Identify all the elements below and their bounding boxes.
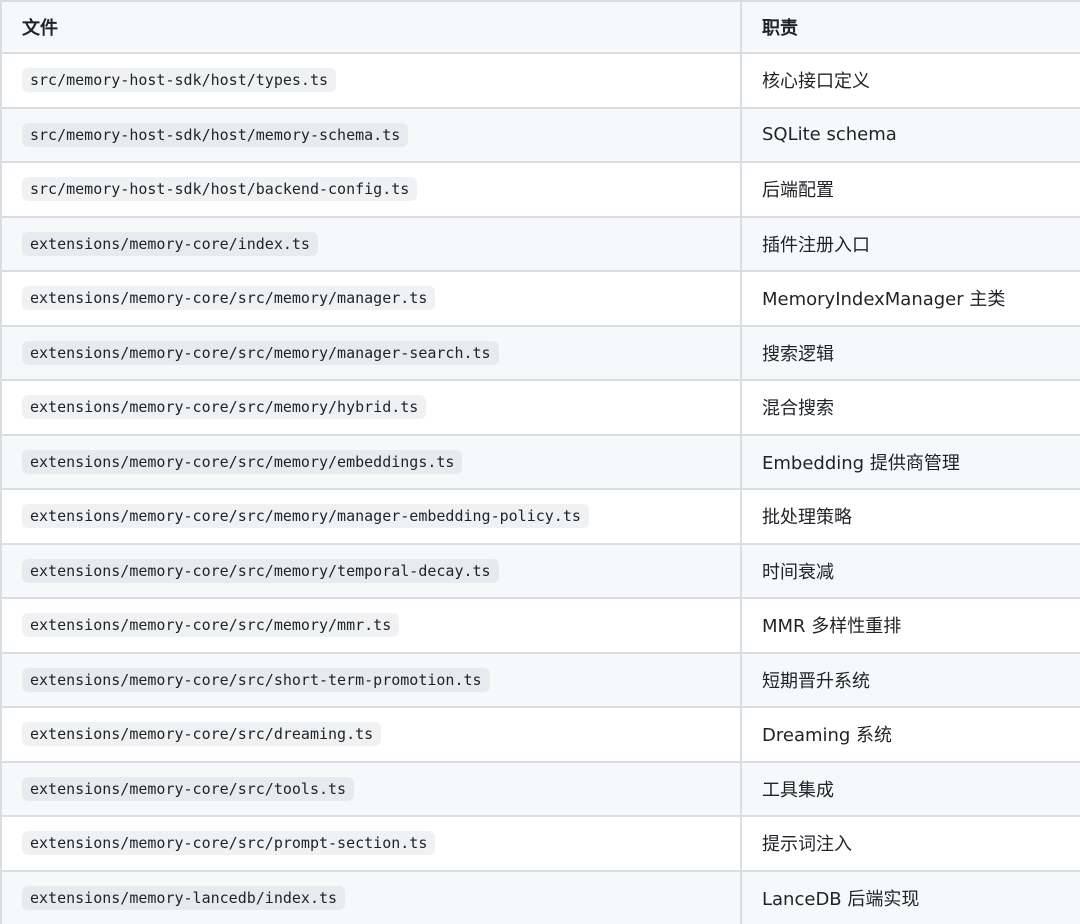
role-cell: SQLite schema [740, 106, 1080, 163]
table-row: extensions/memory-core/src/prompt-sectio… [0, 815, 1080, 872]
header-file: 文件 [0, 0, 742, 54]
table-row: extensions/memory-core/src/tools.ts 工具集成 [0, 760, 1080, 817]
file-cell: extensions/memory-core/src/short-term-pr… [0, 651, 742, 708]
file-path: extensions/memory-lancedb/index.ts [22, 885, 346, 910]
table-row: extensions/memory-core/src/memory/manage… [0, 270, 1080, 327]
file-responsibility-table: 文件 职责 src/memory-host-sdk/host/types.ts … [0, 0, 1080, 924]
header-role: 职责 [740, 0, 1080, 54]
role-cell: 批处理策略 [740, 488, 1080, 545]
file-cell: extensions/memory-core/src/memory/embedd… [0, 433, 742, 490]
table-row: extensions/memory-core/src/memory/tempor… [0, 542, 1080, 599]
file-path: extensions/memory-core/src/dreaming.ts [22, 722, 382, 747]
file-table-container: 文件 职责 src/memory-host-sdk/host/types.ts … [0, 0, 1080, 924]
table-row: extensions/memory-core/src/memory/embedd… [0, 433, 1080, 490]
table-row: extensions/memory-core/src/memory/manage… [0, 488, 1080, 545]
role-cell: 核心接口定义 [740, 52, 1080, 109]
role-cell: 时间衰减 [740, 542, 1080, 599]
file-path: extensions/memory-core/src/memory/tempor… [22, 558, 499, 583]
table-row: src/memory-host-sdk/host/types.ts 核心接口定义 [0, 52, 1080, 109]
role-cell: MemoryIndexManager 主类 [740, 270, 1080, 327]
file-cell: src/memory-host-sdk/host/backend-config.… [0, 161, 742, 218]
file-path: extensions/memory-core/src/memory/mmr.ts [22, 613, 400, 638]
file-path: extensions/memory-core/src/memory/manage… [22, 504, 589, 529]
role-cell: 短期晋升系统 [740, 651, 1080, 708]
role-cell: MMR 多样性重排 [740, 597, 1080, 654]
file-path: extensions/memory-core/src/memory/manage… [22, 286, 436, 311]
file-path: extensions/memory-core/src/prompt-sectio… [22, 831, 436, 856]
table-row: extensions/memory-core/src/memory/mmr.ts… [0, 597, 1080, 654]
file-cell: extensions/memory-core/src/prompt-sectio… [0, 815, 742, 872]
file-cell: extensions/memory-core/src/tools.ts [0, 760, 742, 817]
file-cell: src/memory-host-sdk/host/types.ts [0, 52, 742, 109]
table-row: extensions/memory-core/src/memory/hybrid… [0, 379, 1080, 436]
file-cell: extensions/memory-core/src/memory/mmr.ts [0, 597, 742, 654]
file-path: src/memory-host-sdk/host/backend-config.… [22, 177, 418, 202]
file-cell: src/memory-host-sdk/host/memory-schema.t… [0, 106, 742, 163]
role-cell: 工具集成 [740, 760, 1080, 817]
file-path: extensions/memory-core/src/memory/hybrid… [22, 395, 427, 420]
file-cell: extensions/memory-core/src/dreaming.ts [0, 706, 742, 763]
table-row: src/memory-host-sdk/host/memory-schema.t… [0, 106, 1080, 163]
table-row: extensions/memory-core/src/dreaming.ts D… [0, 706, 1080, 763]
file-cell: extensions/memory-core/src/memory/manage… [0, 270, 742, 327]
file-path: extensions/memory-core/src/short-term-pr… [22, 667, 490, 692]
file-path: src/memory-host-sdk/host/types.ts [22, 68, 337, 93]
file-path: extensions/memory-core/index.ts [22, 231, 318, 256]
file-cell: extensions/memory-core/src/memory/tempor… [0, 542, 742, 599]
table-row: extensions/memory-core/src/short-term-pr… [0, 651, 1080, 708]
table-header-row: 文件 职责 [0, 0, 1080, 54]
file-cell: extensions/memory-lancedb/index.ts [0, 869, 742, 924]
file-path: extensions/memory-core/src/memory/embedd… [22, 449, 463, 474]
role-cell: 提示词注入 [740, 815, 1080, 872]
role-cell: 插件注册入口 [740, 215, 1080, 272]
table-row: extensions/memory-core/index.ts 插件注册入口 [0, 215, 1080, 272]
role-cell: 混合搜索 [740, 379, 1080, 436]
table-row: src/memory-host-sdk/host/backend-config.… [0, 161, 1080, 218]
file-cell: extensions/memory-core/src/memory/manage… [0, 488, 742, 545]
file-path: src/memory-host-sdk/host/memory-schema.t… [22, 122, 409, 147]
role-cell: Embedding 提供商管理 [740, 433, 1080, 490]
role-cell: LanceDB 后端实现 [740, 869, 1080, 924]
file-path: extensions/memory-core/src/tools.ts [22, 776, 355, 801]
role-cell: 搜索逻辑 [740, 324, 1080, 381]
table-row: extensions/memory-core/src/memory/manage… [0, 324, 1080, 381]
role-cell: Dreaming 系统 [740, 706, 1080, 763]
table-row: extensions/memory-lancedb/index.ts Lance… [0, 869, 1080, 924]
file-cell: extensions/memory-core/index.ts [0, 215, 742, 272]
file-cell: extensions/memory-core/src/memory/hybrid… [0, 379, 742, 436]
file-cell: extensions/memory-core/src/memory/manage… [0, 324, 742, 381]
file-path: extensions/memory-core/src/memory/manage… [22, 340, 499, 365]
role-cell: 后端配置 [740, 161, 1080, 218]
